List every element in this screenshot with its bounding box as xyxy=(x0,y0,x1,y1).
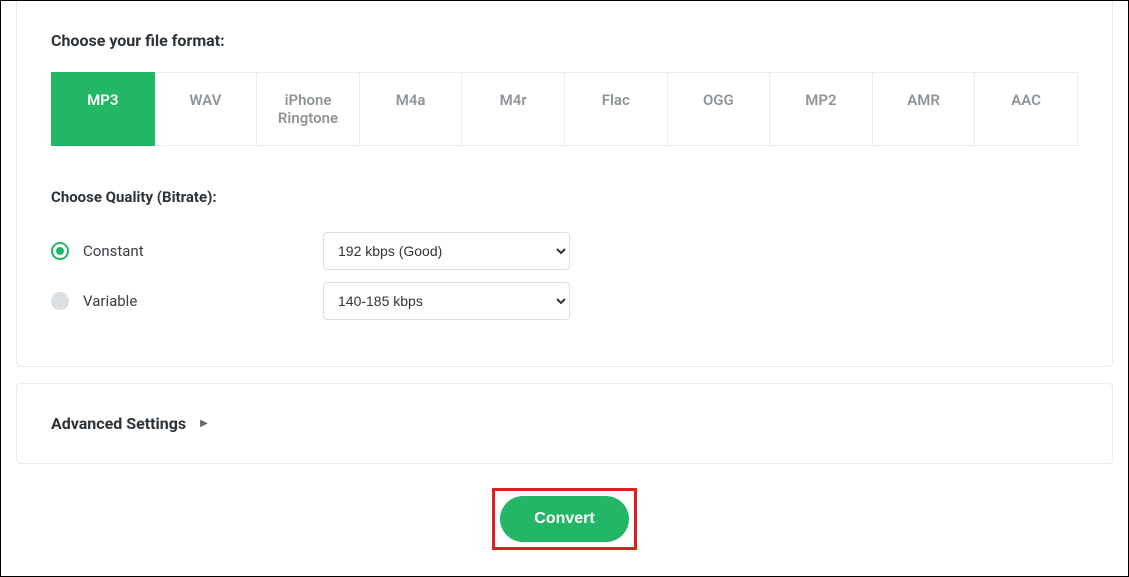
radio-constant-label: Constant xyxy=(83,242,144,260)
radio-icon xyxy=(51,292,69,310)
radio-icon xyxy=(51,242,69,260)
format-quality-card: Choose your file format: MP3 WAV iPhone … xyxy=(16,1,1113,367)
constant-bitrate-select[interactable]: 192 kbps (Good) xyxy=(323,232,570,270)
format-tab-amr[interactable]: AMR xyxy=(873,72,976,146)
constant-bitrate-row: Constant 192 kbps (Good) xyxy=(51,232,1078,270)
format-tabs: MP3 WAV iPhone Ringtone M4a M4r Flac OGG… xyxy=(51,72,1078,146)
radio-variable[interactable]: Variable xyxy=(51,292,323,310)
convert-highlight-box: Convert xyxy=(492,488,636,550)
format-tab-mp3[interactable]: MP3 xyxy=(51,72,155,146)
advanced-settings-toggle[interactable]: Advanced Settings ▶ xyxy=(51,414,1078,433)
format-tab-wav[interactable]: WAV xyxy=(155,72,258,146)
format-tab-m4a[interactable]: M4a xyxy=(360,72,463,146)
variable-bitrate-select[interactable]: 140-185 kbps xyxy=(323,282,570,320)
radio-variable-label: Variable xyxy=(83,292,137,310)
quality-heading: Choose Quality (Bitrate): xyxy=(51,188,1078,206)
format-tab-mp2[interactable]: MP2 xyxy=(770,72,873,146)
convert-button[interactable]: Convert xyxy=(500,496,628,542)
convert-button-area: Convert xyxy=(16,488,1113,552)
advanced-settings-label: Advanced Settings xyxy=(51,414,186,433)
advanced-settings-card: Advanced Settings ▶ xyxy=(16,383,1113,464)
chevron-right-icon: ▶ xyxy=(200,418,208,429)
format-tab-aac[interactable]: AAC xyxy=(975,72,1078,146)
format-tab-flac[interactable]: Flac xyxy=(565,72,668,146)
format-tab-ogg[interactable]: OGG xyxy=(668,72,771,146)
radio-constant[interactable]: Constant xyxy=(51,242,323,260)
format-tab-iphone-ringtone[interactable]: iPhone Ringtone xyxy=(257,72,360,146)
variable-bitrate-row: Variable 140-185 kbps xyxy=(51,282,1078,320)
format-tab-m4r[interactable]: M4r xyxy=(462,72,565,146)
format-heading: Choose your file format: xyxy=(51,31,1078,50)
